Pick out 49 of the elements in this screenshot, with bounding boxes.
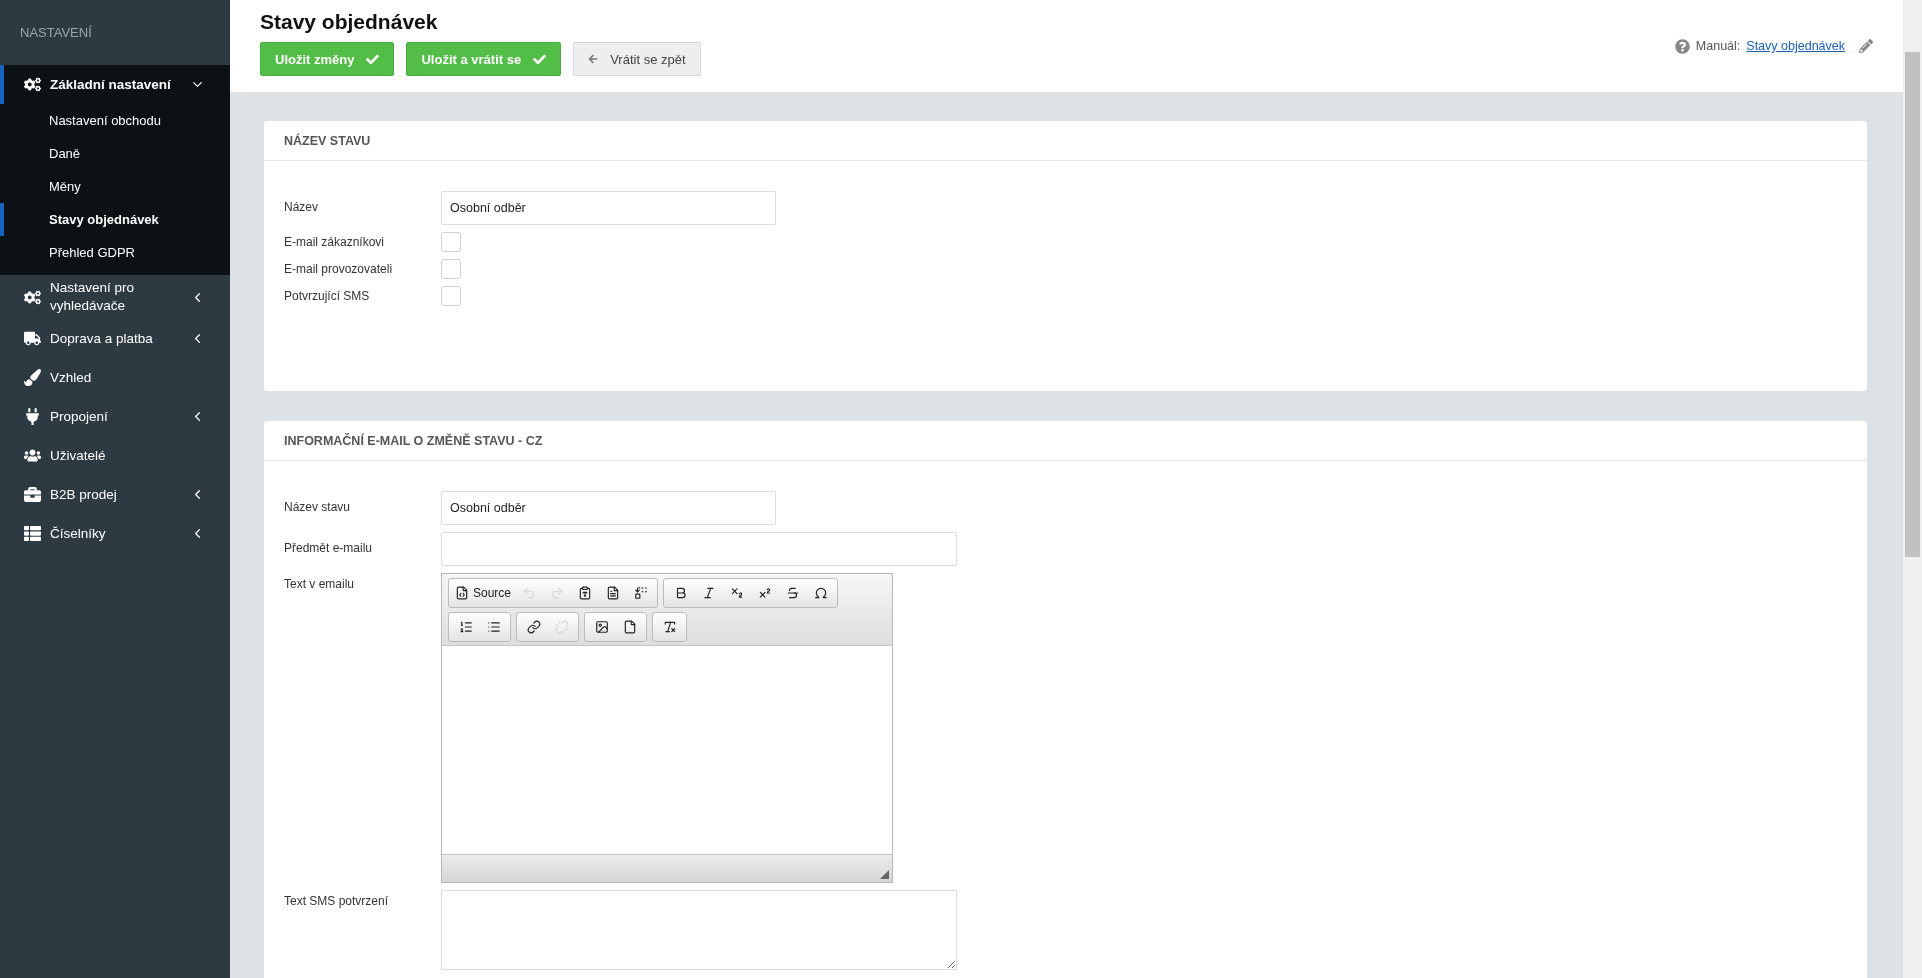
sidebar-subitem[interactable]: Přehled GDPR: [0, 236, 230, 269]
sidebar-subitem[interactable]: Nastavení obchodu: [0, 104, 230, 137]
scrollbar[interactable]: [1903, 0, 1922, 978]
text-input[interactable]: Osobní odběr: [441, 491, 776, 525]
checkbox[interactable]: [441, 259, 461, 279]
sidebar-item[interactable]: B2B prodej: [0, 475, 230, 514]
brush-icon: [24, 369, 41, 386]
checkbox[interactable]: [441, 232, 461, 252]
manual-link[interactable]: Stavy objednávek: [1746, 39, 1845, 53]
sidebar-heading: NASTAVENÍ: [19, 24, 93, 42]
sidebar-item[interactable]: Propojení: [0, 397, 230, 436]
sidebar-subitem[interactable]: Měny: [0, 170, 230, 203]
sidebar-item[interactable]: Uživatelé: [0, 436, 230, 475]
gears-icon: [24, 288, 41, 306]
field-label: E-mail provozovateli: [284, 261, 394, 276]
source-button[interactable]: Source: [452, 581, 515, 605]
check-icon: [366, 52, 380, 66]
sidebar-item[interactable]: Číselníky: [0, 514, 230, 553]
sidebar-item[interactable]: Nastavení pro vyhledávače: [0, 275, 230, 319]
arrow-left-icon: [588, 54, 599, 64]
text-input[interactable]: Osobní odběr: [441, 191, 776, 225]
manual-label: Manuál:: [1695, 39, 1741, 53]
field-label: Předmět e-mailu: [284, 540, 374, 555]
field-label: Potvrzující SMS: [284, 288, 371, 303]
field-label: Text v emailu: [284, 576, 356, 591]
check-icon: [533, 52, 547, 66]
truck-icon: [24, 330, 41, 347]
field-label: Název: [284, 199, 319, 214]
checkbox[interactable]: [441, 286, 461, 306]
back-button[interactable]: Vrátit se zpět: [573, 42, 701, 76]
sidebar-subitem[interactable]: Daně: [0, 137, 230, 170]
field-label: Text SMS potvrzení: [284, 893, 390, 908]
panel-title: NÁZEV STAVU: [284, 133, 371, 148]
sidebar-item[interactable]: Doprava a platba: [0, 319, 230, 358]
text-input[interactable]: [441, 532, 957, 566]
sidebar-item[interactable]: Vzhled: [0, 358, 230, 397]
help-icon: [1674, 38, 1690, 54]
users-icon: [24, 447, 41, 464]
field-label: Název stavu: [284, 499, 352, 514]
textarea-field[interactable]: [441, 890, 957, 970]
resize-grip-icon[interactable]: [880, 870, 889, 879]
page-title: Stavy objednávek: [260, 10, 439, 34]
gears-icon: [24, 76, 41, 93]
panel-title: INFORMAČNÍ E-MAIL O ZMĚNĚ STAVU - CZ: [284, 433, 543, 448]
edit-icon[interactable]: [1859, 39, 1873, 53]
plug-icon: [24, 408, 41, 425]
table-icon: [24, 525, 41, 542]
briefcase-icon: [24, 486, 41, 503]
field-label: E-mail zákazníkovi: [284, 234, 386, 249]
